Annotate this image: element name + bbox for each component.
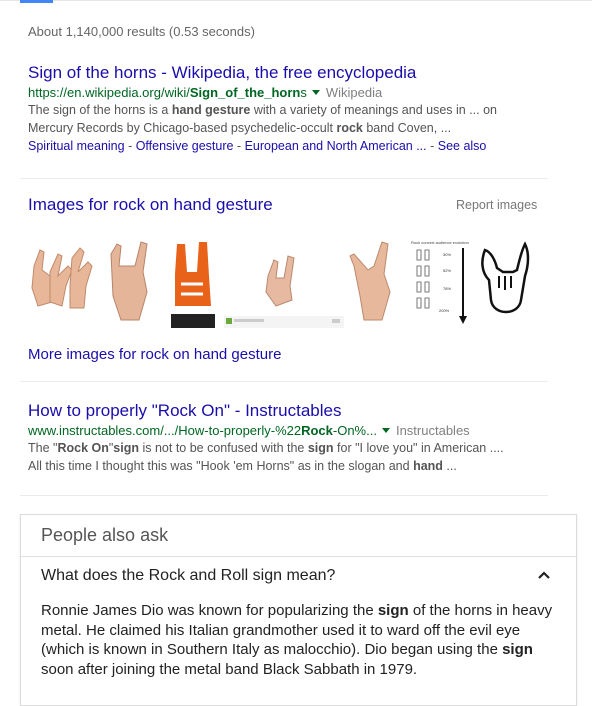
chart-pct-1: 30% <box>443 252 451 257</box>
result-url: www.instructables.com/.../How-to-properl… <box>28 422 528 439</box>
image-thumb-hands-horns-2[interactable] <box>101 236 161 328</box>
chart-caption: Rock concert audience evolution <box>411 240 469 245</box>
chart-pct-4: 200% <box>439 308 450 313</box>
results-stats: About 1,140,000 results (0.53 seconds) <box>28 24 255 39</box>
sitelinks: Spiritual meaning - Offensive gesture - … <box>28 139 487 153</box>
url-dropdown-arrow-icon[interactable] <box>381 428 390 433</box>
paa-divider <box>21 556 576 557</box>
image-thumb-horns-drawing[interactable] <box>472 236 538 328</box>
sitelink-european-north-american[interactable]: European and North American ... <box>245 139 427 153</box>
paa-heading: People also ask <box>41 525 169 545</box>
image-thumb-hands-horns-1[interactable] <box>28 236 100 328</box>
chart-pct-3: 78% <box>443 286 451 291</box>
image-strip: Rock concert audience evolution 30% 52% … <box>28 236 538 328</box>
result-title-link[interactable]: Sign of the horns - Wikipedia, the free … <box>28 62 528 84</box>
image-thumb-evolution-chart[interactable]: Rock concert audience evolution 30% 52% … <box>409 236 471 328</box>
top-border <box>0 0 592 1</box>
paa-answer: Ronnie James Dio was known for populariz… <box>41 602 553 678</box>
report-images-link[interactable]: Report images <box>456 198 537 212</box>
images-heading-link[interactable]: Images for rock on hand gesture <box>28 195 273 215</box>
sitelink-offensive-gesture[interactable]: Offensive gesture <box>136 139 234 153</box>
chevron-up-icon[interactable] <box>536 567 552 583</box>
result-snippet: The sign of the horns is a hand gesture … <box>28 103 498 135</box>
chart-pct-2: 52% <box>443 268 451 273</box>
sitelink-see-also[interactable]: See also <box>438 139 487 153</box>
result-url: https://en.wikipedia.org/wiki/Sign_of_th… <box>28 84 528 101</box>
paa-question[interactable]: What does the Rock and Roll sign mean? <box>41 567 335 585</box>
url-source: Wikipedia <box>325 85 383 100</box>
url-text: https://en.wikipedia.org/wiki/Sign_of_th… <box>28 85 307 100</box>
search-result-instructables: How to properly "Rock On" - Instructable… <box>28 400 528 475</box>
active-tab-indicator <box>20 0 53 3</box>
url-text: www.instructables.com/.../How-to-properl… <box>28 423 377 438</box>
divider <box>20 381 548 382</box>
url-source: Instructables <box>395 423 470 438</box>
sitelink-spiritual-meaning[interactable]: Spiritual meaning <box>28 139 125 153</box>
search-result-wikipedia: Sign of the horns - Wikipedia, the free … <box>28 62 528 155</box>
result-title-link[interactable]: How to properly "Rock On" - Instructable… <box>28 400 528 422</box>
people-also-ask-box: People also ask What does the Rock and R… <box>20 514 577 706</box>
more-images-link[interactable]: More images for rock on hand gesture <box>28 346 281 363</box>
result-snippet: The "Rock On"sign is not to be confused … <box>28 441 504 473</box>
url-dropdown-arrow-icon[interactable] <box>311 90 320 95</box>
divider <box>20 495 548 496</box>
image-thumb-hands-horns-3[interactable] <box>345 236 407 328</box>
image-thumb-foam-hand[interactable] <box>162 236 223 328</box>
image-thumb-hand-screenshot[interactable] <box>224 236 344 328</box>
divider <box>20 178 548 179</box>
